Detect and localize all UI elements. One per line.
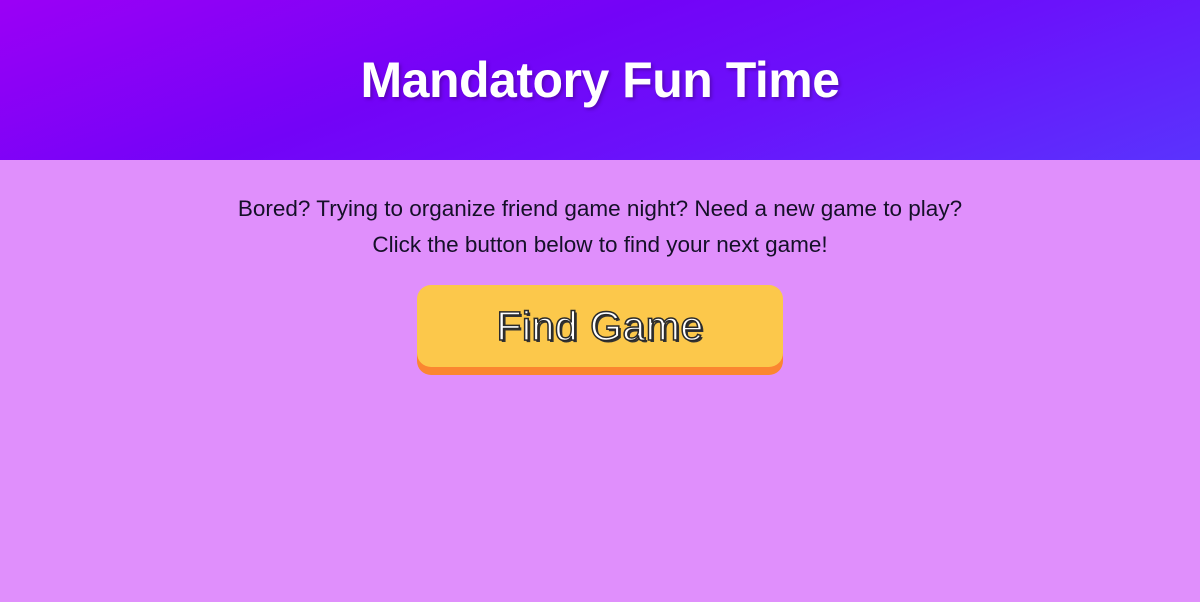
main-content: Bored? Trying to organize friend game ni… xyxy=(0,160,1200,602)
page-title: Mandatory Fun Time xyxy=(360,52,840,108)
intro-text: Bored? Trying to organize friend game ni… xyxy=(0,160,1200,263)
find-game-button[interactable]: Find Game xyxy=(417,285,783,367)
intro-line-2: Click the button below to find your next… xyxy=(372,232,828,257)
intro-line-1: Bored? Trying to organize friend game ni… xyxy=(237,196,963,221)
page-header: Mandatory Fun Time xyxy=(0,0,1200,160)
